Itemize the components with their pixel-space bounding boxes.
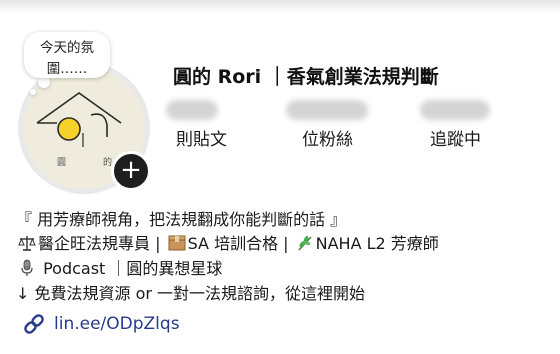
link-text[interactable]: lin.ee/ODpZlqs <box>54 314 180 334</box>
herb-icon <box>298 235 312 251</box>
followers-label[interactable]: 位粉絲 <box>302 125 353 150</box>
followers-count-blurred <box>286 100 368 120</box>
plus-icon: + <box>120 155 142 185</box>
posts-label[interactable]: 則貼文 <box>176 125 227 150</box>
bio-podcast: Podcast ｜圓的異想星球 <box>43 259 223 278</box>
posts-count-blurred <box>166 100 218 120</box>
top-edge <box>0 0 560 14</box>
note-bubble[interactable]: 今天的氛 圍…… <box>24 32 110 78</box>
microphone-icon <box>21 259 33 276</box>
scales-icon <box>18 236 36 251</box>
bio-line-4: ↓ 免費法規資源 or 一對一法規諮詢，從這裡開始 <box>16 284 366 303</box>
profile-name: 圓的 Rori ｜香氣創業法規判斷 <box>173 66 439 88</box>
avatar-caption-left: 圓 <box>57 158 67 168</box>
add-story-button[interactable]: + <box>111 151 151 191</box>
note-text-line2: 圍…… <box>46 61 88 77</box>
bio-aromatherapist: NAHA L2 芳療師 <box>315 234 439 253</box>
link-icon <box>24 314 44 334</box>
bio-line-1: 『 用芳療師視角，把法規翻成你能判斷的話 』 <box>16 210 347 229</box>
bio-line-3: Podcast ｜圓的異想星球 <box>16 255 222 279</box>
bio-role: 醫企旺法規專員 | <box>38 234 161 253</box>
note-text-line1: 今天的氛 <box>40 40 94 56</box>
bio-certification: SA 培訓合格 | <box>187 234 289 253</box>
note-bubble-tail-small <box>30 89 36 95</box>
following-label[interactable]: 追蹤中 <box>430 125 481 150</box>
bio-line-2: 醫企旺法規專員 | SA 培訓合格 | NAHA L2 芳療師 <box>16 230 439 254</box>
package-icon <box>168 235 186 251</box>
profile-link[interactable]: lin.ee/ODpZlqs <box>22 312 180 336</box>
following-count-blurred <box>420 100 490 120</box>
